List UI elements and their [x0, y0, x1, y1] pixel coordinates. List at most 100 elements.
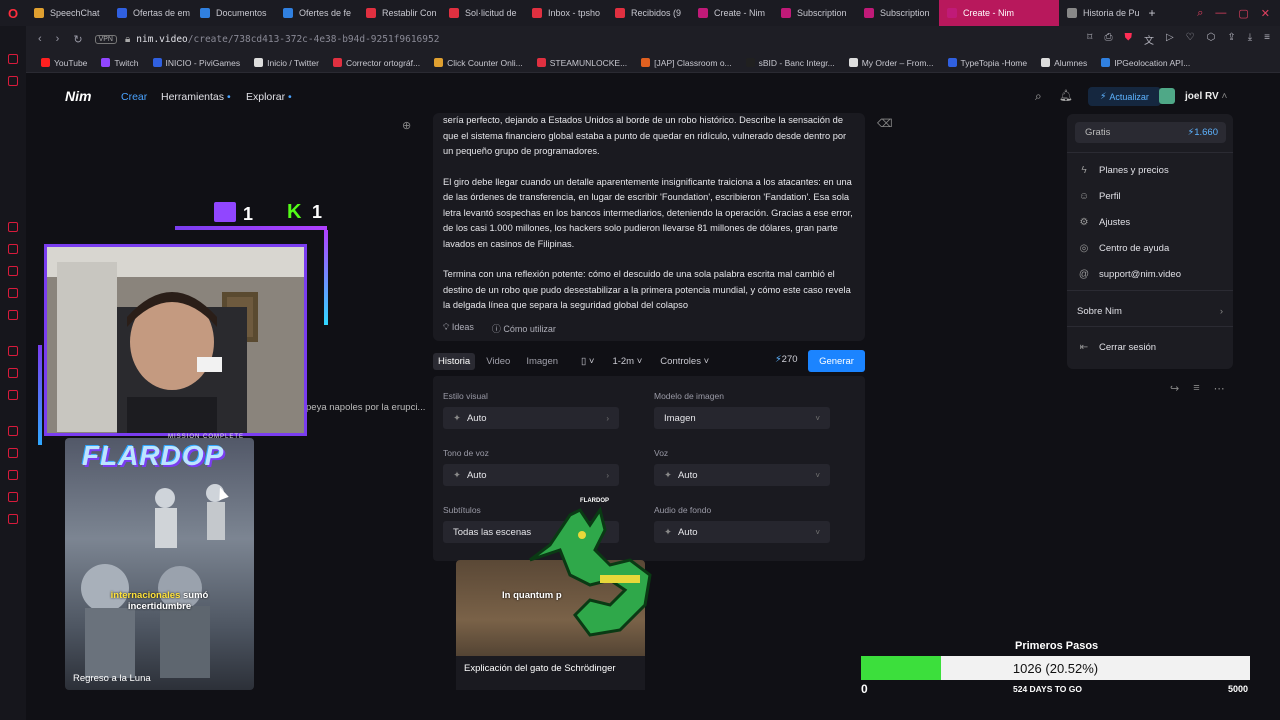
- browser-tab[interactable]: Sol·licitud de: [441, 0, 524, 26]
- browser-tab[interactable]: Subscription: [773, 0, 856, 26]
- opera-logo-icon[interactable]: O: [0, 0, 26, 26]
- sidebar-app-icon[interactable]: [8, 346, 18, 356]
- browser-tab[interactable]: Ofertas de em: [109, 0, 192, 26]
- reload-icon[interactable]: ↻: [73, 33, 82, 46]
- sidebar-app-icon[interactable]: [8, 310, 18, 320]
- menu-help[interactable]: ◎ Centro de ayuda: [1077, 243, 1170, 254]
- bookmark-item[interactable]: STEAMUNLOCKE...: [530, 58, 634, 68]
- sidebar-app-icon[interactable]: [8, 288, 18, 298]
- bookmark-item[interactable]: TypeTopia -Home: [941, 58, 1035, 68]
- browser-tab[interactable]: Recibidos (9: [607, 0, 690, 26]
- x-icon[interactable]: [8, 390, 18, 400]
- messenger-icon[interactable]: [8, 76, 18, 86]
- url-field[interactable]: nim.video/create/738cd413-372c-4e38-b94d…: [136, 34, 439, 45]
- bookmark-item[interactable]: Corrector ortográf...: [326, 58, 427, 68]
- upgrade-button[interactable]: ⚡︎ Actualizar: [1088, 87, 1161, 106]
- search-icon[interactable]: ⌕: [1035, 89, 1042, 104]
- sidebar-app-icon[interactable]: [8, 266, 18, 276]
- browser-tab[interactable]: Create - Nim: [939, 0, 1059, 26]
- visual-style-select[interactable]: ✦ Auto ›: [443, 407, 619, 429]
- browser-tab[interactable]: Historia de Pu: [1059, 0, 1142, 26]
- image-model-select[interactable]: Imagen ˅: [654, 407, 830, 429]
- nav-create[interactable]: Crear: [121, 91, 147, 103]
- minimize-icon[interactable]: —: [1215, 7, 1226, 20]
- controls-select[interactable]: Controles ˅: [654, 353, 715, 370]
- eraser-icon[interactable]: ⌫: [877, 117, 893, 130]
- sidebar-app-icon[interactable]: [8, 448, 18, 458]
- screenshot-icon[interactable]: ⎙: [1104, 32, 1112, 47]
- forward-icon[interactable]: ›: [56, 33, 60, 46]
- maximize-icon[interactable]: ▢: [1238, 7, 1248, 20]
- video-title-truncated[interactable]: peya napoles por la erupci...: [306, 402, 425, 413]
- bookmark-icon[interactable]: ⌑: [1087, 32, 1092, 47]
- close-icon[interactable]: ✕: [1261, 7, 1270, 20]
- prompt-textarea[interactable]: sería perfecto, dejando a Estados Unidos…: [433, 113, 865, 341]
- bookmark-item[interactable]: Alumnes: [1034, 58, 1094, 68]
- tab-image[interactable]: Imagen: [521, 353, 563, 370]
- voice-select[interactable]: ✦ Auto ˅: [654, 464, 830, 486]
- adblock-icon[interactable]: ⛊: [1124, 32, 1132, 47]
- translate-icon[interactable]: 文: [1144, 32, 1154, 47]
- browser-tab[interactable]: Documentos: [192, 0, 275, 26]
- menu-support[interactable]: @ support@nim.video: [1077, 269, 1181, 280]
- bookmark-item[interactable]: Click Counter Onli...: [427, 58, 530, 68]
- search-tabs-icon[interactable]: ⌕: [1197, 7, 1203, 20]
- home-icon[interactable]: [8, 54, 18, 64]
- browser-tab[interactable]: Create - Nim: [690, 0, 773, 26]
- sidebar-app-icon[interactable]: [8, 492, 18, 502]
- sidebar-app-icon[interactable]: [8, 470, 18, 480]
- download-icon[interactable]: ⤓: [1248, 32, 1252, 47]
- new-tab-button[interactable]: +: [1142, 6, 1162, 20]
- menu-profile[interactable]: ☺︎ Perfil: [1077, 191, 1121, 202]
- tab-story[interactable]: Historia: [433, 352, 476, 370]
- browser-tab[interactable]: Inbox - tpsho: [524, 0, 607, 26]
- tab-video[interactable]: Video: [481, 353, 515, 370]
- voice-tone-select[interactable]: ✦ Auto ›: [443, 464, 619, 486]
- more-icon[interactable]: ⋯: [1214, 382, 1225, 395]
- back-icon[interactable]: ‹: [38, 33, 42, 46]
- play-icon[interactable]: ▷: [1166, 32, 1174, 47]
- heart-icon[interactable]: ♡: [1186, 32, 1195, 47]
- list-icon[interactable]: ≡: [1193, 382, 1199, 395]
- sidebar-app-icon[interactable]: [8, 244, 18, 254]
- bookmark-item[interactable]: YouTube: [34, 58, 94, 68]
- browser-tab[interactable]: Subscription: [856, 0, 939, 26]
- browser-tab[interactable]: Ofertes de fe: [275, 0, 358, 26]
- share-icon[interactable]: ↪: [1170, 382, 1179, 395]
- bookmark-item[interactable]: IPGeolocation API...: [1094, 58, 1197, 68]
- duration-select[interactable]: 1-2m ˅: [606, 353, 648, 370]
- bookmark-item[interactable]: Inicio / Twitter: [247, 58, 326, 68]
- nim-logo[interactable]: Nim: [65, 88, 91, 104]
- bookmark-item[interactable]: sBID - Banc Integr...: [739, 58, 842, 68]
- share-icon[interactable]: ⇪: [1227, 32, 1235, 47]
- nav-tools[interactable]: Herramientas •: [161, 91, 231, 103]
- how-to-button[interactable]: ⓘ Cómo utilizar: [492, 322, 556, 335]
- menu-about[interactable]: Sobre Nim ›: [1077, 306, 1223, 317]
- browser-tab[interactable]: SpeechChat: [26, 0, 109, 26]
- bookmark-item[interactable]: Twitch: [94, 58, 145, 68]
- video-card-moon[interactable]: internacionales sumó incertidumbre Regres…: [65, 438, 254, 690]
- bookmark-item[interactable]: [JAP] Classroom o...: [634, 58, 738, 68]
- ideas-button[interactable]: 💡︎ Ideas: [443, 322, 474, 335]
- background-audio-select[interactable]: ✦ Auto ˅: [654, 521, 830, 543]
- menu-plans[interactable]: ϟ Planes y precios: [1077, 165, 1168, 176]
- extensions-icon[interactable]: ⬡: [1207, 32, 1216, 47]
- avatar[interactable]: [1159, 88, 1175, 104]
- sidebar-app-icon[interactable]: [8, 426, 18, 436]
- add-user-icon[interactable]: ⊕: [402, 119, 411, 132]
- bell-icon[interactable]: 🔔︎: [1059, 89, 1073, 102]
- bookmark-item[interactable]: INICIO - PiviGames: [146, 58, 248, 68]
- nav-explore[interactable]: Explorar •: [246, 91, 292, 103]
- twitch-icon[interactable]: [8, 368, 18, 378]
- browser-tab[interactable]: Restablir Con: [358, 0, 441, 26]
- sidebar-app-icon[interactable]: [8, 222, 18, 232]
- menu-settings[interactable]: ⚙︎ Ajustes: [1077, 217, 1131, 228]
- generate-button[interactable]: Generar: [808, 350, 865, 372]
- menu-icon[interactable]: ≡: [1264, 32, 1270, 47]
- bookmark-item[interactable]: My Order – From...: [842, 58, 941, 68]
- username[interactable]: joel RV ˄: [1185, 91, 1227, 102]
- menu-logout[interactable]: ⇤ Cerrar sesión: [1077, 342, 1156, 353]
- vpn-badge[interactable]: VPN: [94, 35, 117, 44]
- aspect-ratio-select[interactable]: ▯ ˅: [575, 353, 600, 370]
- settings-icon[interactable]: [8, 514, 18, 524]
